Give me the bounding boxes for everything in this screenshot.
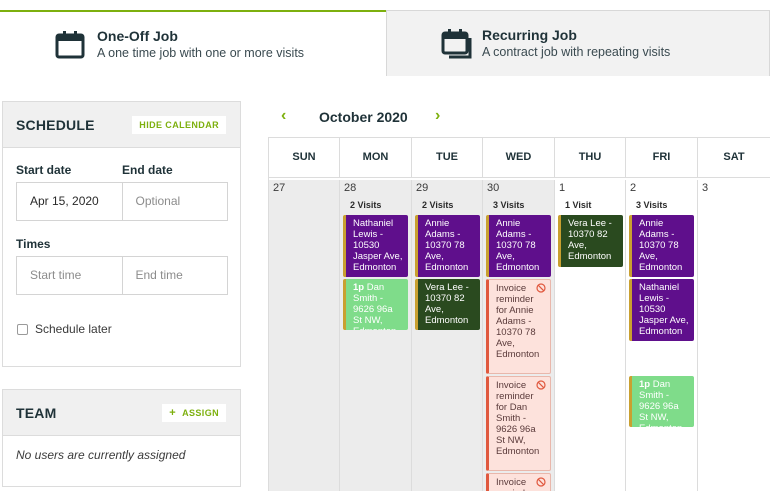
no-visit-icon bbox=[536, 283, 546, 293]
team-empty-message: No users are currently assigned bbox=[16, 448, 186, 462]
date-range-group: Apr 15, 2020 Optional bbox=[16, 182, 228, 221]
visit-event[interactable]: Vera Lee - 10370 82 Ave, Edmonton bbox=[415, 279, 480, 330]
team-panel: TEAM + ASSIGN No users are currently assi… bbox=[2, 389, 241, 487]
day-number: 27 bbox=[273, 182, 286, 194]
visit-count: 1 Visit bbox=[565, 200, 592, 210]
event-text: Invoice reminder for Annie Adams - 10370… bbox=[496, 283, 540, 360]
day-number: 30 bbox=[487, 182, 500, 194]
invoice-reminder-event[interactable]: Invoice reminder for Dan Smith - 9626 96… bbox=[486, 376, 551, 471]
weekday-header: FRI bbox=[626, 137, 698, 178]
visit-count: 3 Visits bbox=[636, 200, 668, 210]
event-time: 1p bbox=[353, 282, 365, 293]
visit-event[interactable]: 1p Dan Smith - 9626 96a St NW, Edmonton bbox=[629, 376, 694, 427]
assign-button[interactable]: + ASSIGN bbox=[162, 404, 226, 422]
calendar-icon bbox=[55, 31, 85, 59]
day-number: 3 bbox=[702, 182, 709, 194]
visit-event[interactable]: 1p Dan Smith - 9626 96a St NW, Edmonton bbox=[343, 279, 408, 330]
weekday-header: THU bbox=[555, 137, 626, 178]
calendar-day[interactable]: 3 bbox=[698, 180, 770, 491]
calendar-stack-icon bbox=[441, 29, 472, 59]
plus-icon: + bbox=[169, 407, 177, 419]
schedule-header: SCHEDULE HIDE CALENDAR bbox=[3, 102, 240, 148]
visit-event[interactable]: Nathaniel Lewis - 10530 Jasper Ave, Edmo… bbox=[629, 279, 694, 341]
team-title: TEAM bbox=[16, 405, 57, 421]
day-number: 1 bbox=[559, 182, 566, 194]
tab-one-off-title: One-Off Job bbox=[97, 28, 178, 44]
weekday-header: WED bbox=[483, 137, 555, 178]
calendar-day[interactable]: 28 2 Visits Nathaniel Lewis - 10530 Jasp… bbox=[340, 180, 412, 491]
invoice-reminder-event[interactable]: Invoice reminder for Annie Adams - 10370… bbox=[486, 279, 551, 374]
start-date-field[interactable]: Apr 15, 2020 bbox=[17, 183, 122, 220]
calendar-day[interactable]: 29 2 Visits Annie Adams - 10370 78 Ave, … bbox=[412, 180, 483, 491]
weekday-header: MON bbox=[340, 137, 412, 178]
team-header: TEAM + ASSIGN bbox=[3, 390, 240, 436]
visit-event[interactable]: Nathaniel Lewis - 10530 Jasper Ave, Edmo… bbox=[343, 215, 408, 277]
event-text: Invoice reminder for Dan Smith - 9626 96… bbox=[496, 380, 540, 457]
tab-recurring-job[interactable]: Recurring Job A contract job with repeat… bbox=[386, 10, 770, 76]
visit-count: 2 Visits bbox=[422, 200, 454, 210]
no-visit-icon bbox=[536, 380, 546, 390]
job-type-tabs: One-Off Job A one time job with one or m… bbox=[0, 0, 779, 76]
start-time-field[interactable]: Start time bbox=[17, 257, 122, 294]
assign-label: ASSIGN bbox=[182, 408, 219, 418]
day-number: 2 bbox=[630, 182, 637, 194]
event-text: Invoice reminder bbox=[496, 477, 534, 491]
event-time: 1p bbox=[639, 379, 651, 390]
tab-one-off-job[interactable]: One-Off Job A one time job with one or m… bbox=[0, 10, 386, 76]
schedule-panel: SCHEDULE HIDE CALENDAR Start date End da… bbox=[2, 101, 241, 367]
visit-event[interactable]: Annie Adams - 10370 78 Ave, Edmonton bbox=[415, 215, 480, 277]
calendar-grid: SUN MON TUE WED THU FRI SAT 27 28 2 Visi… bbox=[268, 137, 770, 491]
hide-calendar-button[interactable]: HIDE CALENDAR bbox=[132, 116, 226, 134]
no-visit-icon bbox=[536, 477, 546, 487]
calendar-nav: ‹ October 2020 › bbox=[268, 107, 768, 127]
visit-event[interactable]: Annie Adams - 10370 78 Ave, Edmonton bbox=[486, 215, 551, 277]
weekday-header: SUN bbox=[269, 137, 340, 178]
tab-recurring-subtitle: A contract job with repeating visits bbox=[482, 45, 671, 59]
visit-event[interactable]: Annie Adams - 10370 78 Ave, Edmonton bbox=[629, 215, 694, 277]
visit-count: 2 Visits bbox=[350, 200, 382, 210]
end-time-field[interactable]: End time bbox=[121, 257, 228, 294]
day-number: 29 bbox=[416, 182, 429, 194]
end-date-field[interactable]: Optional bbox=[121, 183, 228, 220]
calendar-day[interactable]: 1 1 Visit Vera Lee - 10370 82 Ave, Edmon… bbox=[555, 180, 626, 491]
day-number: 28 bbox=[344, 182, 357, 194]
end-date-label: End date bbox=[122, 163, 173, 177]
time-range-group: Start time End time bbox=[16, 256, 228, 295]
start-date-label: Start date bbox=[16, 163, 72, 177]
tab-one-off-subtitle: A one time job with one or more visits bbox=[97, 46, 305, 60]
calendar-day[interactable]: 2 3 Visits Annie Adams - 10370 78 Ave, E… bbox=[626, 180, 698, 491]
weekday-header: TUE bbox=[412, 137, 483, 178]
next-month-chevron-icon[interactable]: › bbox=[435, 107, 440, 125]
schedule-title: SCHEDULE bbox=[16, 117, 95, 133]
calendar-day[interactable]: 27 bbox=[269, 180, 340, 491]
tab-recurring-title: Recurring Job bbox=[482, 27, 577, 43]
weekday-header: SAT bbox=[698, 137, 770, 178]
times-label: Times bbox=[16, 237, 51, 251]
calendar-day[interactable]: 30 3 Visits Annie Adams - 10370 78 Ave, … bbox=[483, 180, 555, 491]
schedule-later-label[interactable]: Schedule later bbox=[35, 322, 112, 336]
visit-count: 3 Visits bbox=[493, 200, 525, 210]
visit-event[interactable]: Vera Lee - 10370 82 Ave, Edmonton bbox=[558, 215, 623, 267]
schedule-later-checkbox[interactable] bbox=[17, 324, 28, 335]
calendar-month-title: October 2020 bbox=[319, 109, 408, 125]
invoice-reminder-event[interactable]: Invoice reminder bbox=[486, 473, 551, 491]
previous-month-chevron-icon[interactable]: ‹ bbox=[281, 107, 286, 125]
